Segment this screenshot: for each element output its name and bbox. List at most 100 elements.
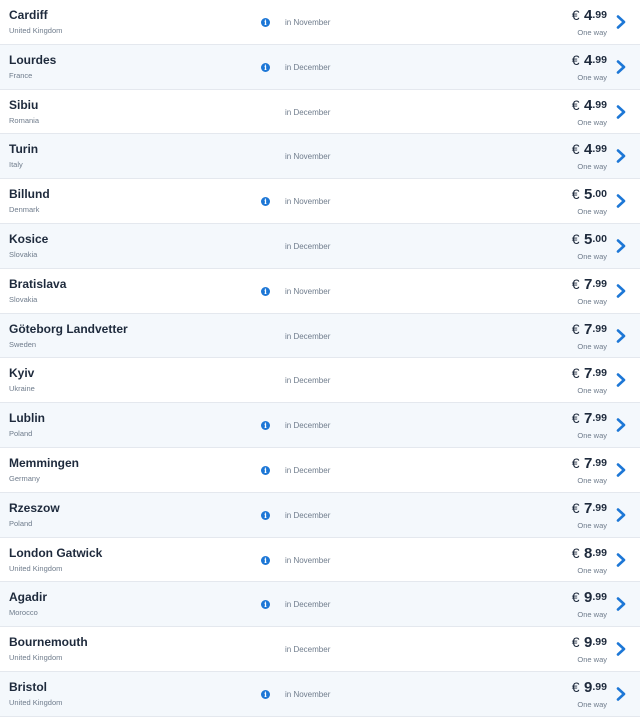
fare-row[interactable]: Rzeszow Poland i in December € 7.99 One … [0,492,640,538]
price-currency: € [571,544,580,561]
fare-row[interactable]: Bristol United Kingdom i in November € 9… [0,671,640,717]
fare-row[interactable]: Kosice Slovakia in December € 5.00 One w… [0,223,640,269]
travel-month: in December [285,645,331,655]
price-cents: .99 [592,501,607,514]
price-currency: € [571,589,580,606]
fare-row[interactable]: Agadir Morocco i in December € 9.99 One … [0,582,640,628]
info-icon[interactable]: i [261,62,270,72]
destination-city: London Gatwick [9,545,103,560]
fare-type-label: One way [577,72,607,82]
fare-type-label: One way [577,28,607,37]
chevron-right-icon[interactable] [615,642,627,656]
destination-city: Rzeszow [9,500,60,515]
price-cents: .99 [592,367,607,380]
info-icon[interactable]: i [261,197,270,207]
info-icon[interactable]: i [261,555,270,565]
chevron-right-icon[interactable] [615,59,627,74]
fare-price: € 4.99 [572,140,607,159]
destination-country: Denmark [9,205,40,215]
chevron-right-icon[interactable] [615,507,627,522]
fare-row[interactable]: Lourdes France i in December € 4.99 One … [0,44,640,90]
fare-row[interactable]: Cardiff United Kingdom i in November € 4… [0,0,640,45]
chevron-right-icon[interactable] [615,149,627,164]
fare-row[interactable]: Göteborg Landvetter Sweden in December €… [0,313,640,359]
destination-country: United Kingdom [9,26,63,35]
fare-row[interactable]: Turin Italy in November € 4.99 One way [0,134,640,180]
price-cents: .99 [592,9,607,21]
fare-row[interactable]: Billund Denmark i in November € 5.00 One… [0,179,640,224]
chevron-right-icon[interactable] [615,194,627,208]
chevron-right-icon[interactable] [615,597,627,612]
price-cents: .00 [592,188,607,201]
info-icon[interactable]: i [261,465,270,475]
destination-city: Lublin [9,411,45,426]
price-cents: .99 [592,412,607,425]
fare-type-label: One way [577,655,607,665]
destination-country: Romania [9,115,40,125]
price-cents: .99 [592,322,607,335]
fare-row[interactable]: Lublin Poland i in December € 7.99 One w… [0,403,640,448]
destination-city: Cardiff [9,8,48,22]
chevron-right-icon[interactable] [615,463,627,477]
travel-month: in December [285,241,331,251]
destination-city: Bratislava [9,276,67,291]
fare-list: Cardiff United Kingdom i in November € 4… [0,0,640,718]
info-icon[interactable]: i [261,600,270,610]
destination-city: Lourdes [9,52,57,67]
destination-country: United Kingdom [9,697,63,707]
travel-month: in November [285,152,331,162]
chevron-right-icon[interactable] [615,418,627,432]
destination-city: Bournemouth [9,635,88,650]
price-cents: .99 [592,98,607,111]
info-icon[interactable]: i [261,286,270,296]
info-icon[interactable]: i [261,421,270,431]
travel-month: in November [285,286,331,296]
travel-month: in December [285,376,331,386]
info-icon[interactable]: i [261,18,270,27]
travel-month: in December [285,331,331,341]
fare-price: € 4.99 [572,96,607,115]
chevron-right-icon[interactable] [615,283,627,298]
fare-row[interactable]: Memmingen Germany i in December € 7.99 O… [0,447,640,493]
destination-city: Göteborg Landvetter [9,321,128,336]
info-icon[interactable]: i [261,510,270,520]
fare-price: € 8.99 [572,544,607,563]
destination-city: Turin [9,142,39,157]
price-currency: € [571,275,580,292]
chevron-right-icon[interactable] [615,328,627,343]
chevron-right-icon[interactable] [615,15,627,29]
fare-row[interactable]: Bratislava Slovakia i in November € 7.99… [0,268,640,314]
travel-month: in November [285,555,331,565]
travel-month: in December [285,421,331,431]
fare-row[interactable]: Sibiu Romania in December € 4.99 One way [0,89,640,135]
fare-type-label: One way [577,520,607,530]
destination-city: Billund [9,187,50,202]
chevron-right-icon[interactable] [615,552,627,567]
fare-row[interactable]: London Gatwick United Kingdom i in Novem… [0,537,640,583]
price-currency: € [571,410,580,427]
chevron-right-icon[interactable] [615,373,627,388]
destination-country: Poland [9,518,33,528]
price-currency: € [571,7,580,23]
destination-country: Slovakia [9,294,38,304]
chevron-right-icon[interactable] [615,687,627,701]
fare-price: € 7.99 [572,364,607,383]
price-currency: € [571,634,580,651]
travel-month: in November [285,689,331,699]
fare-row[interactable]: Kyiv Ukraine in December € 7.99 One way [0,358,640,404]
info-icon[interactable]: i [261,689,270,699]
price-currency: € [571,678,580,695]
chevron-right-icon[interactable] [615,239,627,253]
fare-type-label: One way [577,431,607,441]
fare-type-label: One way [577,386,607,396]
travel-month: in December [285,465,331,475]
fare-row[interactable]: Bournemouth United Kingdom in December €… [0,627,640,672]
chevron-right-icon[interactable] [615,104,627,119]
destination-country: Poland [9,429,33,439]
destination-city: Sibiu [9,97,39,112]
price-cents: .00 [592,232,607,245]
fare-type-label: One way [577,117,607,127]
price-currency: € [571,186,580,203]
price-cents: .99 [592,591,607,604]
price-cents: .99 [592,636,607,649]
